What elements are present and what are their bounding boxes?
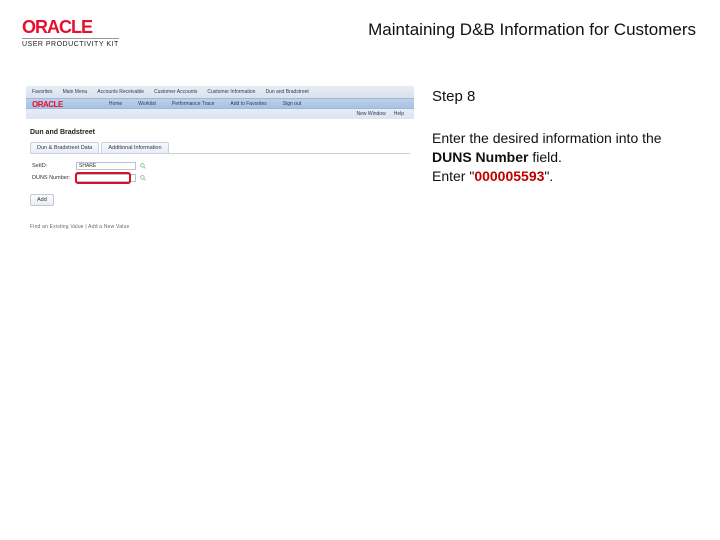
- row-setid: SetID: SHARE: [32, 162, 408, 170]
- breadcrumb-bar: Favorites Main Menu Accounts Receivable …: [26, 86, 414, 98]
- app-screenshot: Favorites Main Menu Accounts Receivable …: [26, 86, 414, 286]
- instruction-line-2: Enter "000005593".: [432, 167, 696, 186]
- text: ".: [544, 168, 553, 184]
- form-body: SetID: SHARE DUNS Number:: [26, 154, 414, 182]
- page-title: Maintaining D&B Information for Customer…: [368, 18, 696, 40]
- label-setid: SetID:: [32, 163, 72, 169]
- util-link[interactable]: Help: [394, 111, 404, 117]
- page-header: ORACLE USER PRODUCTIVITY KIT Maintaining…: [0, 0, 720, 56]
- text: Enter ": [432, 168, 474, 184]
- breadcrumb[interactable]: Main Menu: [63, 89, 88, 95]
- add-button[interactable]: Add: [30, 194, 54, 206]
- lookup-icon[interactable]: [140, 175, 146, 181]
- row-duns: DUNS Number:: [32, 174, 408, 182]
- mini-oracle-logo: ORACLE: [32, 100, 63, 109]
- lookup-icon[interactable]: [140, 163, 146, 169]
- nav-item[interactable]: Sign out: [283, 101, 301, 107]
- nav-bar: Home Worklist Performance Trace Add to F…: [26, 98, 414, 109]
- util-bar: New Window Help: [26, 109, 414, 119]
- breadcrumb[interactable]: Dun and Bradstreet: [265, 89, 308, 95]
- breadcrumb[interactable]: Customer Information: [207, 89, 255, 95]
- breadcrumb[interactable]: Customer Accounts: [154, 89, 197, 95]
- text: Enter the desired information into the: [432, 130, 662, 146]
- util-link[interactable]: New Window: [357, 111, 386, 117]
- field-name: DUNS Number: [432, 149, 528, 165]
- logo-subtext: USER PRODUCTIVITY KIT: [22, 38, 119, 48]
- nav-item[interactable]: Add to Favorites: [230, 101, 266, 107]
- content-row: Favorites Main Menu Accounts Receivable …: [0, 56, 720, 286]
- input-duns[interactable]: [76, 174, 136, 182]
- tab-additional-info[interactable]: Additional Information: [101, 142, 168, 153]
- nav-item[interactable]: Performance Trace: [172, 101, 215, 107]
- logo-block: ORACLE USER PRODUCTIVITY KIT: [22, 18, 119, 48]
- form-footer-links[interactable]: Find an Existing Value | Add a New Value: [26, 206, 414, 230]
- breadcrumb[interactable]: Favorites: [32, 89, 53, 95]
- tab-dnb-data[interactable]: Dun & Bradstreet Data: [30, 142, 99, 153]
- input-setid[interactable]: SHARE: [76, 162, 136, 170]
- entry-value: 000005593: [474, 168, 544, 184]
- label-duns: DUNS Number:: [32, 175, 72, 181]
- oracle-logo: ORACLE: [22, 18, 92, 36]
- instruction-pane: Step 8 Enter the desired information int…: [432, 86, 696, 286]
- breadcrumb[interactable]: Accounts Receivable: [97, 89, 144, 95]
- nav-item[interactable]: Worklist: [138, 101, 156, 107]
- form-heading: Dun and Bradstreet: [26, 119, 414, 140]
- instruction-line-1: Enter the desired information into the D…: [432, 129, 696, 167]
- step-label: Step 8: [432, 88, 696, 105]
- tab-strip: Dun & Bradstreet Data Additional Informa…: [30, 142, 410, 154]
- text: field.: [528, 149, 561, 165]
- nav-item[interactable]: Home: [109, 101, 122, 107]
